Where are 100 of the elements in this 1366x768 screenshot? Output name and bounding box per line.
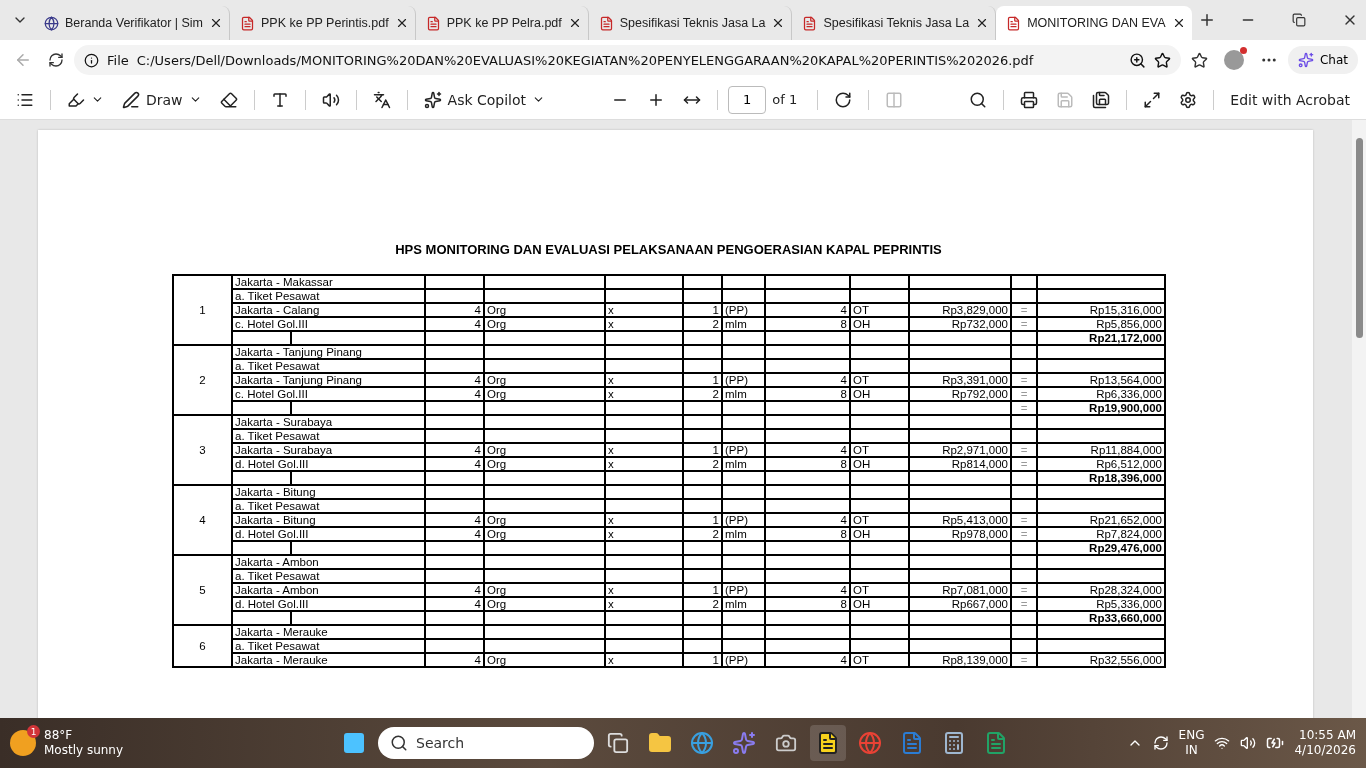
settings-icon[interactable] bbox=[1179, 90, 1198, 109]
scrollbar-thumb[interactable] bbox=[1355, 138, 1363, 338]
table-cell: = bbox=[1011, 303, 1037, 317]
chat-button[interactable]: Chat bbox=[1287, 46, 1358, 74]
refresh-icon[interactable] bbox=[48, 52, 64, 68]
table-cell: OH bbox=[850, 387, 909, 401]
table-cell: = bbox=[1011, 527, 1037, 541]
pdf-icon bbox=[425, 15, 441, 31]
table-cell: (PP) bbox=[722, 373, 765, 387]
table-cell: OH bbox=[850, 457, 909, 471]
subtotal-cell: Rp33,660,000 bbox=[1037, 611, 1165, 625]
table-cell: Jakarta - Tanjung Pinang bbox=[232, 345, 425, 359]
table-cell: Org bbox=[484, 513, 605, 527]
language-indicator[interactable]: ENG IN bbox=[1178, 728, 1205, 758]
table-cell: 1 bbox=[683, 653, 722, 667]
table-cell: x bbox=[605, 317, 683, 331]
task-view-icon[interactable] bbox=[607, 732, 629, 754]
row-number: 5 bbox=[173, 555, 232, 625]
table-cell: 4 bbox=[425, 303, 484, 317]
table-cell: Rp8,139,000 bbox=[909, 653, 1011, 667]
eraser-icon[interactable] bbox=[219, 90, 238, 109]
volume-icon[interactable] bbox=[1240, 735, 1257, 751]
table-cell: 8 bbox=[765, 317, 850, 331]
table-cell: Rp6,336,000 bbox=[1037, 387, 1165, 401]
address-bar[interactable]: File C:/Users/Dell/Downloads/MONITORING%20DAN%20EVALUASI%20KEGIATAN%20PENYELENGGARAAN%20KAPAL%20PERINTIS%202026.pdf bbox=[74, 45, 1181, 75]
table-cell: 8 bbox=[765, 597, 850, 611]
table-cell: Rp3,829,000 bbox=[909, 303, 1011, 317]
table-cell: a. Tiket Pesawat bbox=[232, 429, 425, 443]
profile-avatar[interactable] bbox=[1223, 50, 1244, 70]
sync-icon[interactable] bbox=[1152, 735, 1169, 751]
restore-icon[interactable] bbox=[1291, 13, 1306, 27]
table-cell: 4 bbox=[425, 597, 484, 611]
table-cell: mlm bbox=[722, 387, 765, 401]
search-icon[interactable] bbox=[969, 90, 988, 109]
pdf-icon bbox=[598, 15, 614, 31]
table-cell: OH bbox=[850, 597, 909, 611]
edit-with-acrobat-button[interactable]: Edit with Acrobat bbox=[1224, 87, 1356, 112]
table-cell: Org bbox=[484, 443, 605, 457]
table-cell: 1 bbox=[683, 443, 722, 457]
table-cell: 1 bbox=[683, 513, 722, 527]
table-cell: 4 bbox=[425, 443, 484, 457]
table-cell: (PP) bbox=[722, 303, 765, 317]
print-icon[interactable] bbox=[1020, 90, 1039, 109]
browser-tab[interactable]: MONITORING DAN EVA bbox=[996, 6, 1192, 40]
table-cell: = bbox=[1011, 373, 1037, 387]
translate-icon[interactable] bbox=[372, 90, 391, 109]
clock[interactable]: 10:55 AM 4/10/2026 bbox=[1294, 728, 1356, 758]
table-cell: mlm bbox=[722, 317, 765, 331]
row-number: 6 bbox=[173, 625, 232, 667]
table-cell: = bbox=[1011, 583, 1037, 597]
table-cell: Jakarta - Calang bbox=[232, 303, 425, 317]
table-cell: 4 bbox=[425, 527, 484, 541]
table-cell: x bbox=[605, 373, 683, 387]
copilot-icon[interactable] bbox=[732, 731, 756, 755]
table-cell: x bbox=[605, 527, 683, 541]
table-cell: c. Hotel Gol.III bbox=[232, 317, 425, 331]
browser-icon[interactable] bbox=[690, 731, 714, 755]
info-icon[interactable] bbox=[84, 52, 99, 68]
start-icon[interactable] bbox=[342, 731, 366, 755]
subtotal-cell: Rp29,476,000 bbox=[1037, 541, 1165, 555]
zoom-icon[interactable] bbox=[1128, 51, 1146, 69]
read-aloud-icon[interactable] bbox=[321, 90, 340, 109]
ask-copilot-button[interactable]: Ask Copilot bbox=[417, 86, 552, 113]
table-cell: Jakarta - Surabaya bbox=[232, 415, 425, 429]
draw-button[interactable]: Draw bbox=[116, 86, 208, 113]
table-cell: a. Tiket Pesawat bbox=[232, 289, 425, 303]
table-cell: Rp792,000 bbox=[909, 387, 1011, 401]
table-cell: Jakarta - Bitung bbox=[232, 513, 425, 527]
table-cell: 4 bbox=[425, 387, 484, 401]
text-icon[interactable] bbox=[270, 90, 289, 109]
save-as-icon[interactable] bbox=[1092, 90, 1111, 109]
table-cell: Rp13,564,000 bbox=[1037, 373, 1165, 387]
table-cell: 8 bbox=[765, 387, 850, 401]
table-cell: OH bbox=[850, 527, 909, 541]
table-cell: Org bbox=[484, 373, 605, 387]
table-cell: Rp978,000 bbox=[909, 527, 1011, 541]
favorites-icon[interactable] bbox=[1190, 51, 1208, 69]
table-cell: Rp11,884,000 bbox=[1037, 443, 1165, 457]
page-number-field[interactable]: 1 bbox=[728, 85, 767, 114]
table-cell: = bbox=[1011, 513, 1037, 527]
star-icon[interactable] bbox=[1153, 51, 1171, 69]
table-cell: Rp7,824,000 bbox=[1037, 527, 1165, 541]
table-cell: Rp2,971,000 bbox=[909, 443, 1011, 457]
taskbar-search[interactable]: Search bbox=[378, 727, 594, 759]
weather-icon[interactable] bbox=[10, 730, 36, 756]
fullscreen-icon[interactable] bbox=[1143, 90, 1162, 109]
calculator-icon[interactable] bbox=[942, 731, 966, 755]
table-cell: (PP) bbox=[722, 653, 765, 667]
table-cell: x bbox=[605, 513, 683, 527]
table-cell: a. Tiket Pesawat bbox=[232, 359, 425, 373]
folder-icon[interactable] bbox=[648, 731, 672, 755]
rotate-icon[interactable] bbox=[834, 90, 853, 109]
wifi-icon[interactable] bbox=[1214, 735, 1231, 751]
table-cell: Org bbox=[484, 583, 605, 597]
table-cell: Rp5,413,000 bbox=[909, 513, 1011, 527]
pen-icon bbox=[122, 90, 140, 109]
camera-icon[interactable] bbox=[775, 732, 797, 754]
highlighter-icon[interactable] bbox=[67, 90, 85, 109]
copilot-icon bbox=[423, 90, 442, 109]
table-cell: x bbox=[605, 387, 683, 401]
